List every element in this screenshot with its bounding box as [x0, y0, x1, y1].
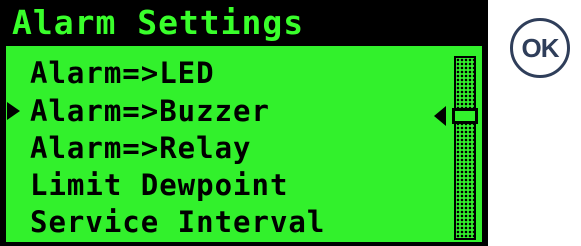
ok-button[interactable]: OK — [510, 18, 570, 78]
scrollbar-track[interactable] — [454, 56, 476, 240]
menu-item-alarm-buzzer[interactable]: Alarm=>Buzzer — [6, 92, 446, 130]
menu-item-label: Alarm=>Relay — [30, 131, 252, 165]
menu-item-label: Service Interval — [30, 205, 326, 239]
menu-item-label: Alarm=>LED — [30, 56, 215, 90]
menu-item-alarm-led[interactable]: Alarm=>LED — [6, 54, 446, 92]
ok-button-label: OK — [521, 33, 560, 63]
scroll-position-arrow-icon — [434, 106, 446, 126]
menu-item-alarm-relay[interactable]: Alarm=>Relay — [6, 129, 446, 167]
scrollbar-thumb[interactable] — [452, 108, 478, 124]
selection-arrow-icon — [7, 102, 20, 120]
menu-item-label: Limit Dewpoint — [30, 168, 289, 202]
menu-item-limit-dewpoint[interactable]: Limit Dewpoint — [6, 166, 446, 204]
menu-item-service-interval[interactable]: Service Interval — [6, 203, 446, 241]
title-bar: Alarm Settings — [0, 3, 330, 43]
menu-item-label: Alarm=>Buzzer — [30, 94, 270, 128]
lcd-screen: Alarm Settings Alarm=>LED Alarm=>Buzzer … — [0, 0, 488, 246]
menu-panel: Alarm=>LED Alarm=>Buzzer Alarm=>Relay Li… — [6, 46, 482, 242]
screen-title: Alarm Settings — [12, 3, 305, 42]
